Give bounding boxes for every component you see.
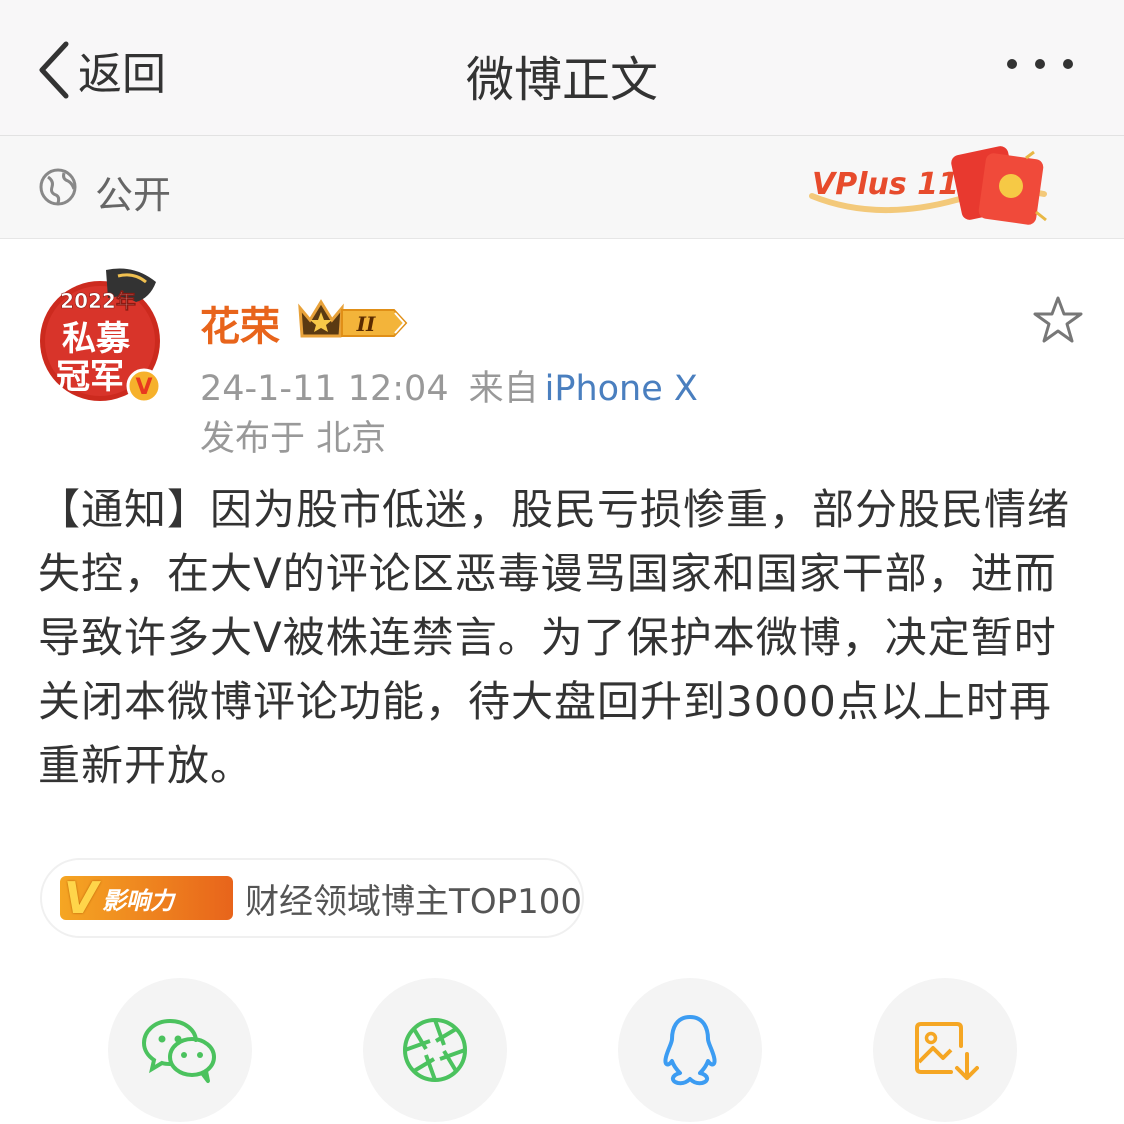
save-image-icon <box>915 1022 979 1080</box>
wechat-icon <box>141 1019 216 1083</box>
device-link[interactable]: iPhone X <box>545 369 698 409</box>
avatar[interactable]: 2022年 私募 冠军 V <box>38 262 162 404</box>
post-time: 24-1-11 12:04 <box>200 369 449 409</box>
source-prefix: 来自 <box>468 369 539 409</box>
influence-badge-text: 财经领域博主TOP100 <box>245 881 582 922</box>
qq-icon <box>663 1015 717 1086</box>
page-title: 微博正文 <box>465 52 658 108</box>
share-qq-button[interactable] <box>618 978 762 1122</box>
avatar-line-2: 私募 <box>62 319 131 359</box>
more-dots-icon[interactable] <box>1006 56 1074 72</box>
share-wechat-button[interactable] <box>108 978 252 1122</box>
influence-tag-label: 影响力 <box>102 886 175 915</box>
influence-v-icon: V <box>64 872 99 924</box>
share-save-image-button[interactable] <box>873 978 1017 1122</box>
avatar-line-3: 冠军 <box>56 357 124 397</box>
visibility-label: 公开 <box>95 173 172 217</box>
vplus-promo-banner[interactable]: VPlus 11·11 <box>806 142 1051 230</box>
moments-icon <box>403 1018 467 1082</box>
member-crown-icon[interactable]: II <box>294 296 410 340</box>
member-level: II <box>356 312 376 336</box>
share-moments-button[interactable] <box>363 978 507 1122</box>
globe-icon <box>39 168 77 206</box>
favorite-star-icon[interactable] <box>1032 295 1084 345</box>
top-nav-bar: 返回 微博正文 <box>0 0 1124 136</box>
post-meta: 24-1-11 12:04 来自 iPhone X <box>200 360 698 411</box>
post-content: 【通知】因为股市低迷，股民亏损惨重，部分股民情绪失控，在大V的评论区恶毒谩骂国家… <box>38 485 1071 790</box>
verified-mark: V <box>135 375 152 400</box>
author-name[interactable]: 花荣 <box>200 294 280 352</box>
avatar-year: 2022年 <box>60 289 136 313</box>
influence-badge[interactable]: V 影响力 财经领域博主TOP100 <box>40 858 584 938</box>
influence-tag: V 影响力 <box>60 873 234 924</box>
post-location: 发布于 北京 <box>200 419 387 459</box>
